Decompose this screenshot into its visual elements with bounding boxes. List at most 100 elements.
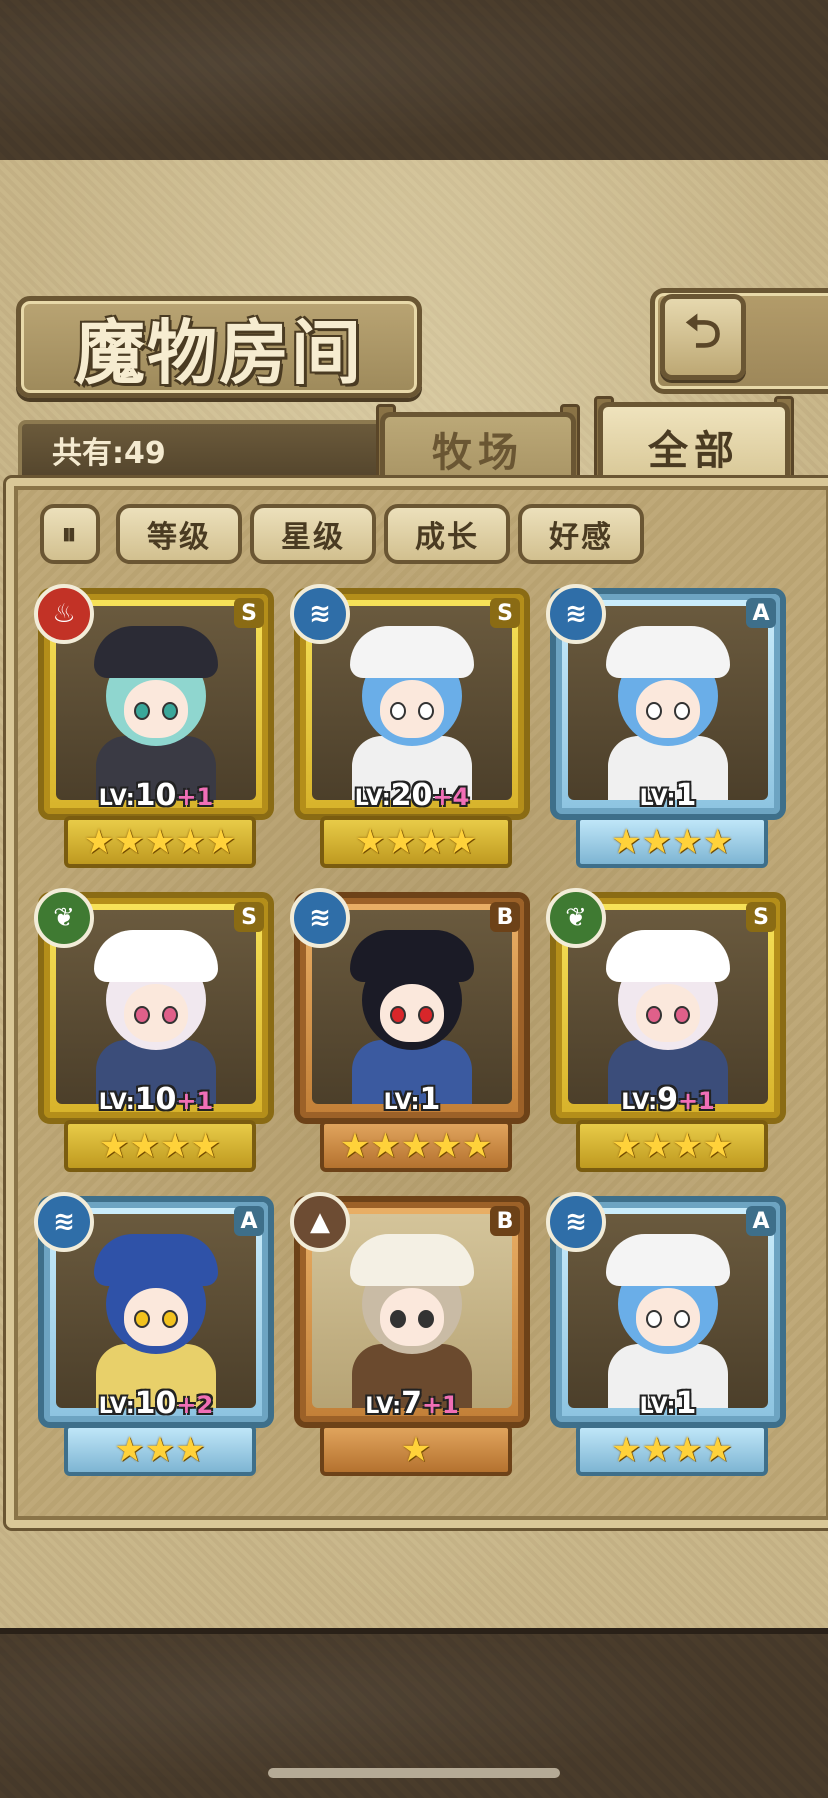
star-icon: ★★★★★ — [83, 822, 237, 862]
fire-element-icon: ♨ — [34, 584, 94, 644]
portrait-hat — [94, 1234, 218, 1286]
level-prefix: LV: — [639, 786, 676, 811]
portrait-face — [636, 680, 700, 738]
page-title: 魔物房间 — [75, 310, 363, 394]
monster-portrait — [56, 1214, 256, 1408]
portrait-face — [380, 1288, 444, 1346]
leaf-element-icon: ❦ — [546, 888, 606, 948]
earth-element-icon: ▲ — [290, 1192, 350, 1252]
star-icon: ★ — [400, 1430, 432, 1470]
portrait-eye — [164, 1008, 176, 1022]
filter-star-button[interactable]: 星级 — [250, 504, 376, 564]
portrait-hat — [606, 1234, 730, 1286]
sort-order-button[interactable]: ⏸ — [40, 504, 100, 564]
level-value: 1 — [675, 1386, 697, 1421]
water-element-icon: ≋ — [290, 584, 350, 644]
top-map-background — [0, 0, 828, 166]
portrait-eye — [136, 1008, 148, 1022]
back-button[interactable]: ⮌ — [660, 294, 746, 380]
title-banner: 魔物房间 — [16, 296, 422, 398]
portrait-hat — [350, 1234, 474, 1286]
monster-card[interactable]: ▲ B LV:7+1 ★ — [290, 1192, 530, 1476]
portrait-hat — [606, 930, 730, 982]
portrait-hat — [94, 626, 218, 678]
level-label: LV:10+1 — [38, 1082, 274, 1117]
level-value: 10 — [134, 1386, 177, 1421]
star-rating-bar: ★ — [320, 1424, 512, 1476]
star-rating-bar: ★★★ — [64, 1424, 256, 1476]
monster-card[interactable]: ≋ A LV:1 ★★★★ — [546, 584, 786, 868]
monster-card[interactable]: ≋ S LV:20+4 ★★★★ — [290, 584, 530, 868]
level-bonus: +1 — [421, 1391, 459, 1419]
portrait-eye — [164, 1312, 176, 1326]
water-element-icon: ≋ — [546, 584, 606, 644]
monster-card[interactable]: ❦ S LV:9+1 ★★★★ — [546, 888, 786, 1172]
rank-badge: A — [234, 1206, 264, 1236]
tab-pasture[interactable]: 牧场 — [380, 412, 576, 481]
water-element-icon: ≋ — [34, 1192, 94, 1252]
leaf-element-icon: ❦ — [34, 888, 94, 948]
level-prefix: LV: — [354, 786, 391, 811]
star-icon: ★★★★★ — [339, 1126, 493, 1166]
star-rating-bar: ★★★★ — [576, 1120, 768, 1172]
level-prefix: LV: — [621, 1090, 658, 1115]
level-value: 7 — [401, 1386, 422, 1421]
star-icon: ★★★★ — [611, 822, 733, 862]
monster-count: 共有:49 — [52, 436, 166, 471]
level-prefix: LV: — [98, 1090, 135, 1115]
portrait-face — [124, 680, 188, 738]
rank-badge: A — [746, 598, 776, 628]
monster-card[interactable]: ≋ A LV:1 ★★★★ — [546, 1192, 786, 1476]
star-icon: ★★★★ — [355, 822, 477, 862]
star-rating-bar: ★★★★ — [576, 816, 768, 868]
monster-portrait — [56, 910, 256, 1104]
tab-all[interactable]: 全部 — [598, 402, 790, 487]
monster-card[interactable]: ❦ S LV:10+1 ★★★★ — [34, 888, 274, 1172]
level-label: LV:10+2 — [38, 1386, 274, 1421]
rank-badge: S — [234, 598, 264, 628]
monster-portrait — [312, 1214, 512, 1408]
portrait-eye — [136, 704, 148, 718]
level-value: 10 — [134, 1082, 177, 1117]
monster-portrait — [568, 606, 768, 800]
star-icon: ★★★★ — [99, 1126, 221, 1166]
home-indicator[interactable] — [268, 1768, 560, 1778]
level-value: 9 — [657, 1082, 678, 1117]
portrait-face — [636, 984, 700, 1042]
portrait-hat — [94, 930, 218, 982]
monster-card[interactable]: ≋ B LV:1 ★★★★★ — [290, 888, 530, 1172]
level-prefix: LV: — [639, 1394, 676, 1419]
level-bonus: +2 — [176, 1391, 214, 1419]
star-icon: ★★★ — [114, 1430, 206, 1470]
rank-badge: B — [490, 1206, 520, 1236]
rank-badge: S — [234, 902, 264, 932]
filter-affection-button[interactable]: 好感 — [518, 504, 644, 564]
portrait-eye — [392, 1312, 404, 1326]
monster-card[interactable]: ≋ A LV:10+2 ★★★ — [34, 1192, 274, 1476]
monster-portrait — [312, 910, 512, 1104]
star-rating-bar: ★★★★★ — [64, 816, 256, 868]
portrait-hat — [350, 626, 474, 678]
filter-level-button[interactable]: 等级 — [116, 504, 242, 564]
portrait-eye — [136, 1312, 148, 1326]
level-label: LV:20+4 — [294, 778, 530, 813]
portrait-eye — [420, 1008, 432, 1022]
level-value: 1 — [419, 1082, 441, 1117]
sort-toggle-icon: ⏸ — [61, 516, 79, 552]
level-prefix: LV: — [383, 1090, 420, 1115]
monster-card[interactable]: ♨ S LV:10+1 ★★★★★ — [34, 584, 274, 868]
portrait-face — [636, 1288, 700, 1346]
level-prefix: LV: — [98, 1394, 135, 1419]
star-rating-bar: ★★★★ — [64, 1120, 256, 1172]
portrait-eye — [648, 704, 660, 718]
level-bonus: +4 — [432, 783, 470, 811]
star-icon: ★★★★ — [611, 1430, 733, 1470]
filter-growth-button[interactable]: 成长 — [384, 504, 510, 564]
portrait-face — [380, 680, 444, 738]
monster-portrait — [312, 606, 512, 800]
portrait-eye — [392, 1008, 404, 1022]
level-label: LV:1 — [294, 1082, 530, 1117]
level-value: 1 — [675, 778, 697, 813]
level-label: LV:7+1 — [294, 1386, 530, 1421]
portrait-eye — [164, 704, 176, 718]
